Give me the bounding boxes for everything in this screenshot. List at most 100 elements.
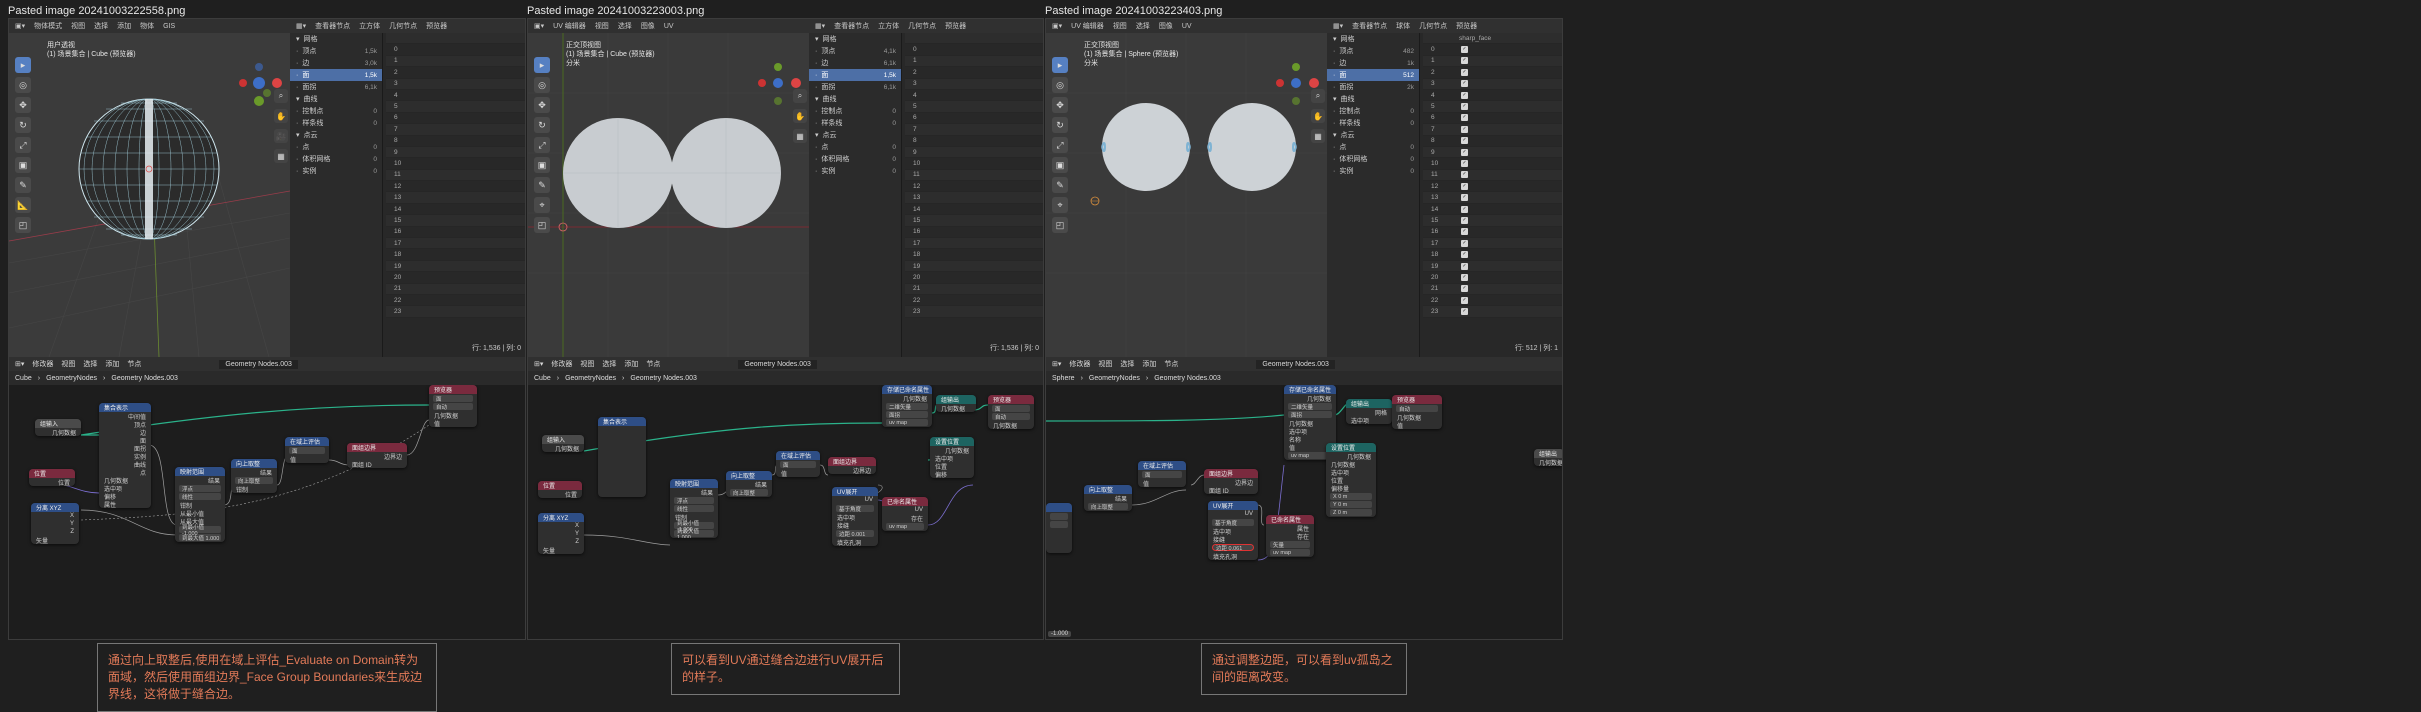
- domain-item[interactable]: · 样条线 0: [290, 117, 382, 129]
- modifier-menu[interactable]: 修改器: [32, 359, 53, 369]
- select-menu[interactable]: 选择: [1120, 359, 1134, 369]
- domain-item[interactable]: · 点 0: [809, 141, 901, 153]
- node-evaluate-on-domain[interactable]: 在域上评估 面 值: [1138, 461, 1186, 487]
- transform-tool-icon[interactable]: ▣: [15, 157, 31, 173]
- uv-viewport[interactable]: 正交顶视图 (1) 场景集合 | Sphere (预览器) 分米 ▸ ◎ ✥ ↻…: [1046, 33, 1327, 357]
- domain-item[interactable]: ▾ 网格: [290, 33, 382, 45]
- scale-tool-icon[interactable]: ⤢: [534, 137, 550, 153]
- node-group-output[interactable]: 组输出 网格 选中项: [1346, 399, 1392, 424]
- node-group-selector[interactable]: Geometry Nodes.003: [1256, 359, 1335, 369]
- grab-tool-icon[interactable]: ⌖: [534, 197, 550, 213]
- uv-viewport[interactable]: 正交顶视图 (1) 场景集合 | Cube (预览器) 分米 ▸ ◎ ✥ ↻ ⤢…: [528, 33, 809, 357]
- domain-item[interactable]: ▾ 网格: [1327, 33, 1419, 45]
- move-tool-icon[interactable]: ✥: [15, 97, 31, 113]
- node-ceil[interactable]: 向上取整 结果 向上取整 钳制: [231, 459, 277, 493]
- domain-item[interactable]: ▾ 点云: [290, 129, 382, 141]
- domain-item[interactable]: · 边 6,1k: [809, 57, 901, 69]
- move-tool-icon[interactable]: ✥: [1052, 97, 1068, 113]
- relax-tool-icon[interactable]: ◰: [534, 217, 550, 233]
- modifier-menu[interactable]: 修改器: [551, 359, 572, 369]
- node-group-input[interactable]: 组输入 几何数据: [35, 419, 81, 436]
- domain-item[interactable]: · 控制点 0: [809, 105, 901, 117]
- domain-item[interactable]: · 体积网格 0: [809, 153, 901, 165]
- pan-hand-icon[interactable]: ✋: [793, 109, 807, 123]
- grid-view-icon[interactable]: ▦: [793, 129, 807, 143]
- rotate-tool-icon[interactable]: ↻: [1052, 117, 1068, 133]
- cursor-tool-icon[interactable]: ◎: [15, 77, 31, 93]
- domain-item[interactable]: ▾ 曲线: [809, 93, 901, 105]
- node-canvas[interactable]: 组输入 几何数据 集合表示 位置 位置 分离 XYZ X Y Z 矢量 映射范围…: [528, 385, 1043, 639]
- node-canvas[interactable]: 向上取整 结果 向上取整 在域上评估 面 值 面组边界 边界边 面组 ID UV…: [1046, 385, 1562, 639]
- node-group-selector[interactable]: Geometry Nodes.003: [738, 359, 817, 369]
- select-tool-icon[interactable]: ▸: [534, 57, 550, 73]
- domain-item[interactable]: · 面拐 2k: [1327, 81, 1419, 93]
- domain-item[interactable]: · 实例 0: [1327, 165, 1419, 177]
- select-menu[interactable]: 选择: [94, 21, 108, 31]
- pan-hand-icon[interactable]: ✋: [1311, 109, 1325, 123]
- node-evaluate-on-domain[interactable]: 在域上评估 面 值: [776, 451, 820, 477]
- spreadsheet-editor-icon[interactable]: ▦▾: [1333, 22, 1343, 30]
- viewer-node-label[interactable]: 查看器节点: [315, 21, 350, 31]
- node-menu[interactable]: 节点: [1164, 359, 1178, 369]
- transform-tool-icon[interactable]: ▣: [1052, 157, 1068, 173]
- node-uv-unwrap[interactable]: UV展开 UV 基于角度 选中项 接缝 边距 0.001 填充孔洞: [832, 487, 878, 546]
- pan-hand-icon[interactable]: ✋: [274, 109, 288, 123]
- node-ceil[interactable]: 向上取整 结果 向上取整: [1084, 485, 1132, 511]
- select-tool-icon[interactable]: ▸: [1052, 57, 1068, 73]
- domain-item[interactable]: · 实例 0: [809, 165, 901, 177]
- domain-item[interactable]: · 实例 0: [290, 165, 382, 177]
- node-position[interactable]: 位置 位置: [538, 481, 582, 498]
- uv-menu[interactable]: UV: [664, 23, 674, 30]
- node-set-position[interactable]: 设置位置 几何数据 几何数据 选中项 位置 偏移量 X 0 m Y 0 m Z …: [1326, 443, 1376, 517]
- node-store-named-attribute[interactable]: 存储已命名属性 几何数据 二维矢量 面拐 uv map: [882, 385, 932, 427]
- gis-menu[interactable]: GIS: [163, 23, 175, 30]
- node-group-output-partial[interactable]: 组输出 几何数据: [1534, 449, 1562, 466]
- add-menu[interactable]: 添加: [1142, 359, 1156, 369]
- camera-icon[interactable]: 🎥: [274, 129, 288, 143]
- node-editor-type-icon[interactable]: ⊞▾: [1052, 360, 1061, 368]
- select-menu[interactable]: 选择: [83, 359, 97, 369]
- domain-item[interactable]: · 控制点 0: [290, 105, 382, 117]
- domain-item[interactable]: · 体积网格 0: [290, 153, 382, 165]
- domain-item[interactable]: · 边 3,0k: [290, 57, 382, 69]
- 3d-viewport[interactable]: 用户透视 (1) 场景集合 | Cube (预览器) ▸ ◎ ✥ ↻ ⤢ ▣ ✎…: [9, 33, 290, 357]
- rotate-tool-icon[interactable]: ↻: [534, 117, 550, 133]
- node-canvas[interactable]: 组输入 几何数据 集合表示 中间值 顶点 边 面 面拐 实例 曲线 点 几何数据…: [9, 385, 525, 639]
- node-viewer[interactable]: 预览器 面 自动 几何数据 值: [429, 385, 477, 427]
- node-editor-type-icon[interactable]: ⊞▾: [534, 360, 543, 368]
- viewer-node-label[interactable]: 查看器节点: [1352, 21, 1387, 31]
- node-map-range[interactable]: 映射范围 结果 浮点 线性 钳制 从最小值 从最大值 到最小值 -1.000 到…: [175, 467, 225, 542]
- domain-item[interactable]: · 面拐 6,1k: [290, 81, 382, 93]
- node-ceil[interactable]: 向上取整 结果 向上取整: [726, 471, 772, 497]
- annotate-tool-icon[interactable]: ✎: [1052, 177, 1068, 193]
- cursor-tool-icon[interactable]: ◎: [534, 77, 550, 93]
- transform-tool-icon[interactable]: ▣: [534, 157, 550, 173]
- node-named-attribute[interactable]: 已命名属性 UV 存在 uv map: [882, 497, 928, 531]
- image-menu[interactable]: 图像: [1159, 21, 1173, 31]
- modifier-menu[interactable]: 修改器: [1069, 359, 1090, 369]
- view-menu[interactable]: 视图: [1113, 21, 1127, 31]
- zoom-icon[interactable]: ⌕: [274, 89, 288, 103]
- add-menu[interactable]: 添加: [624, 359, 638, 369]
- add-cube-tool-icon[interactable]: ◰: [15, 217, 31, 233]
- node-separate-xyz[interactable]: 分离 XYZ X Y Z 矢量: [538, 513, 584, 554]
- node-uv-unwrap[interactable]: UV展开 UV 基于角度 选中项 接缝 边距 0.061 填充孔洞: [1208, 501, 1258, 560]
- node-evaluate-on-domain[interactable]: 在域上评估 面 值: [285, 437, 329, 463]
- domain-item[interactable]: ▾ 点云: [809, 129, 901, 141]
- uv-editor-menu[interactable]: UV 编辑器: [553, 21, 586, 31]
- node-menu[interactable]: 节点: [646, 359, 660, 369]
- zoom-icon[interactable]: ⌕: [1311, 89, 1325, 103]
- domain-item[interactable]: · 顶点 4,1k: [809, 45, 901, 57]
- view-menu[interactable]: 视图: [61, 359, 75, 369]
- domain-item[interactable]: · 体积网格 0: [1327, 153, 1419, 165]
- select-menu[interactable]: 选择: [618, 21, 632, 31]
- editor-type-icon[interactable]: ▣▾: [534, 22, 544, 30]
- domain-item[interactable]: · 面 512: [1327, 69, 1419, 81]
- mode-menu[interactable]: 物体模式: [34, 21, 62, 31]
- node-group-input[interactable]: 组输入 几何数据: [542, 435, 584, 452]
- domain-item[interactable]: · 面 1,5k: [809, 69, 901, 81]
- value-field[interactable]: -1.000: [1048, 631, 1072, 637]
- measure-tool-icon[interactable]: 📐: [15, 197, 31, 213]
- domain-item[interactable]: · 面 1,5k: [290, 69, 382, 81]
- select-menu[interactable]: 选择: [1136, 21, 1150, 31]
